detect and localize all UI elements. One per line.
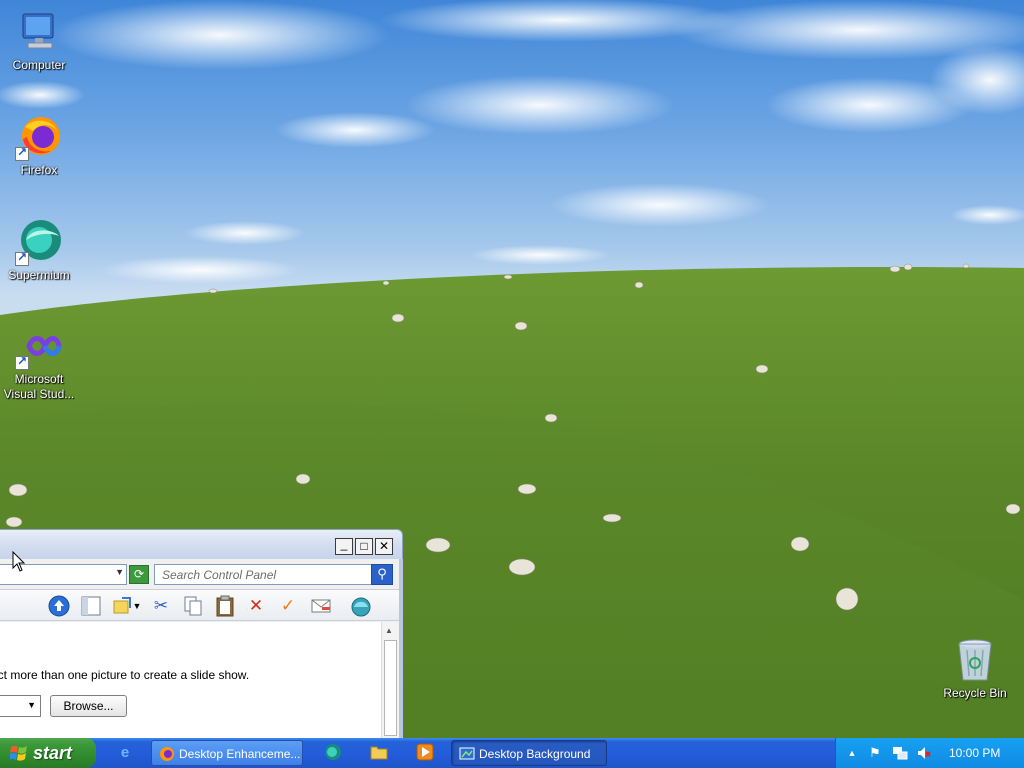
- undo-check-icon[interactable]: ✓: [276, 595, 300, 617]
- show-hidden-icons-icon[interactable]: ▲: [844, 745, 860, 761]
- maximize-button[interactable]: □: [355, 538, 373, 555]
- folder-icon[interactable]: [369, 743, 389, 763]
- shortcut-arrow-icon: [15, 354, 29, 370]
- folders-icon[interactable]: [79, 595, 103, 617]
- delete-icon[interactable]: ✕: [244, 595, 268, 617]
- minimize-button[interactable]: _: [335, 538, 353, 555]
- shortcut-arrow-icon: [15, 250, 29, 266]
- close-button[interactable]: ✕: [375, 538, 393, 555]
- mouse-cursor-icon: [12, 551, 26, 572]
- window-titlebar[interactable]: _ □ ✕: [0, 529, 403, 559]
- shortcut-arrow-icon: [15, 145, 29, 161]
- vertical-scrollbar[interactable]: ▲: [381, 622, 399, 738]
- system-tray: ▲ ⚑ 10:00 PM: [835, 738, 1024, 768]
- address-bar: ▼ ⟳ Search Control Panel ⚲: [0, 561, 399, 587]
- clock[interactable]: 10:00 PM: [949, 738, 1000, 768]
- internet-explorer-icon[interactable]: e: [115, 743, 135, 763]
- taskbar-item-firefox[interactable]: Desktop Enhanceme...: [151, 740, 303, 766]
- window-body: ▼ ⟳ Search Control Panel ⚲ ▼ ✂ ✕ ✓ ect m…: [0, 559, 403, 738]
- control-panel-icon: [459, 747, 475, 760]
- start-button[interactable]: start: [0, 738, 96, 768]
- scroll-up-icon[interactable]: ▲: [385, 626, 393, 635]
- paste-icon[interactable]: [213, 595, 237, 617]
- toolbar: ▼ ✂ ✕ ✓: [0, 589, 399, 621]
- desktop-icon-computer[interactable]: Computer: [0, 8, 78, 73]
- refresh-button[interactable]: ⟳: [129, 565, 149, 584]
- task-label: Desktop Background: [479, 747, 591, 761]
- supermium-icon[interactable]: [323, 743, 343, 763]
- visual-studio-icon: [15, 322, 63, 370]
- task-label: Desktop Enhanceme...: [179, 747, 301, 761]
- content-pane: ect more than one picture to create a sl…: [0, 622, 381, 738]
- shell-icon[interactable]: [349, 595, 373, 617]
- start-label: start: [33, 743, 73, 763]
- cut-icon[interactable]: ✂: [149, 595, 173, 617]
- taskbar: start e Desktop Enhanceme... Desktop Bac…: [0, 738, 1024, 768]
- media-player-icon[interactable]: [415, 743, 435, 763]
- desktop-icon-label: Supermium: [8, 268, 70, 282]
- picture-location-dropdown[interactable]: ▼: [0, 695, 41, 717]
- windows-logo-icon: [10, 745, 27, 761]
- copy-icon[interactable]: [181, 595, 205, 617]
- taskbar-item-desktop-background[interactable]: Desktop Background: [451, 740, 607, 766]
- up-icon[interactable]: [47, 595, 71, 617]
- desktop-icon-recycle-bin[interactable]: Recycle Bin: [936, 636, 1014, 701]
- scrollbar-thumb[interactable]: [384, 640, 397, 736]
- desktop-icon-label: Microsoft Visual Stud...: [3, 372, 75, 401]
- desktop-icon-label: Computer: [12, 58, 66, 72]
- firefox-icon: [160, 747, 174, 761]
- chevron-down-icon[interactable]: ▼: [131, 595, 143, 617]
- email-icon[interactable]: [309, 595, 333, 617]
- computer-icon: [15, 8, 63, 56]
- slideshow-hint-text: ect more than one picture to create a sl…: [0, 668, 250, 682]
- desktop-icon-visual-studio[interactable]: Microsoft Visual Stud...: [0, 322, 78, 402]
- recycle-bin-icon: [951, 636, 999, 684]
- search-input[interactable]: Search Control Panel: [154, 564, 372, 585]
- search-icon[interactable]: ⚲: [371, 564, 393, 585]
- desktop-icon-label: Firefox: [20, 163, 58, 177]
- browse-button[interactable]: Browse...: [50, 695, 127, 717]
- volume-muted-icon[interactable]: [916, 745, 932, 761]
- network-icon[interactable]: [892, 745, 908, 761]
- firefox-icon: [15, 113, 63, 161]
- desktop-icon-supermium[interactable]: Supermium: [0, 218, 78, 283]
- desktop-icon-firefox[interactable]: Firefox: [0, 113, 78, 178]
- chevron-down-icon[interactable]: ▼: [115, 567, 124, 577]
- desktop-icon-label: Recycle Bin: [943, 686, 1007, 700]
- chevron-down-icon[interactable]: ▼: [27, 700, 36, 710]
- control-panel-window[interactable]: _ □ ✕ ▼ ⟳ Search Control Panel ⚲ ▼ ✂ ✕ ✓…: [0, 529, 403, 738]
- flag-icon[interactable]: ⚑: [867, 745, 883, 761]
- supermium-icon: [15, 218, 63, 266]
- desktop[interactable]: Computer Firefox Supermium: [0, 0, 1024, 738]
